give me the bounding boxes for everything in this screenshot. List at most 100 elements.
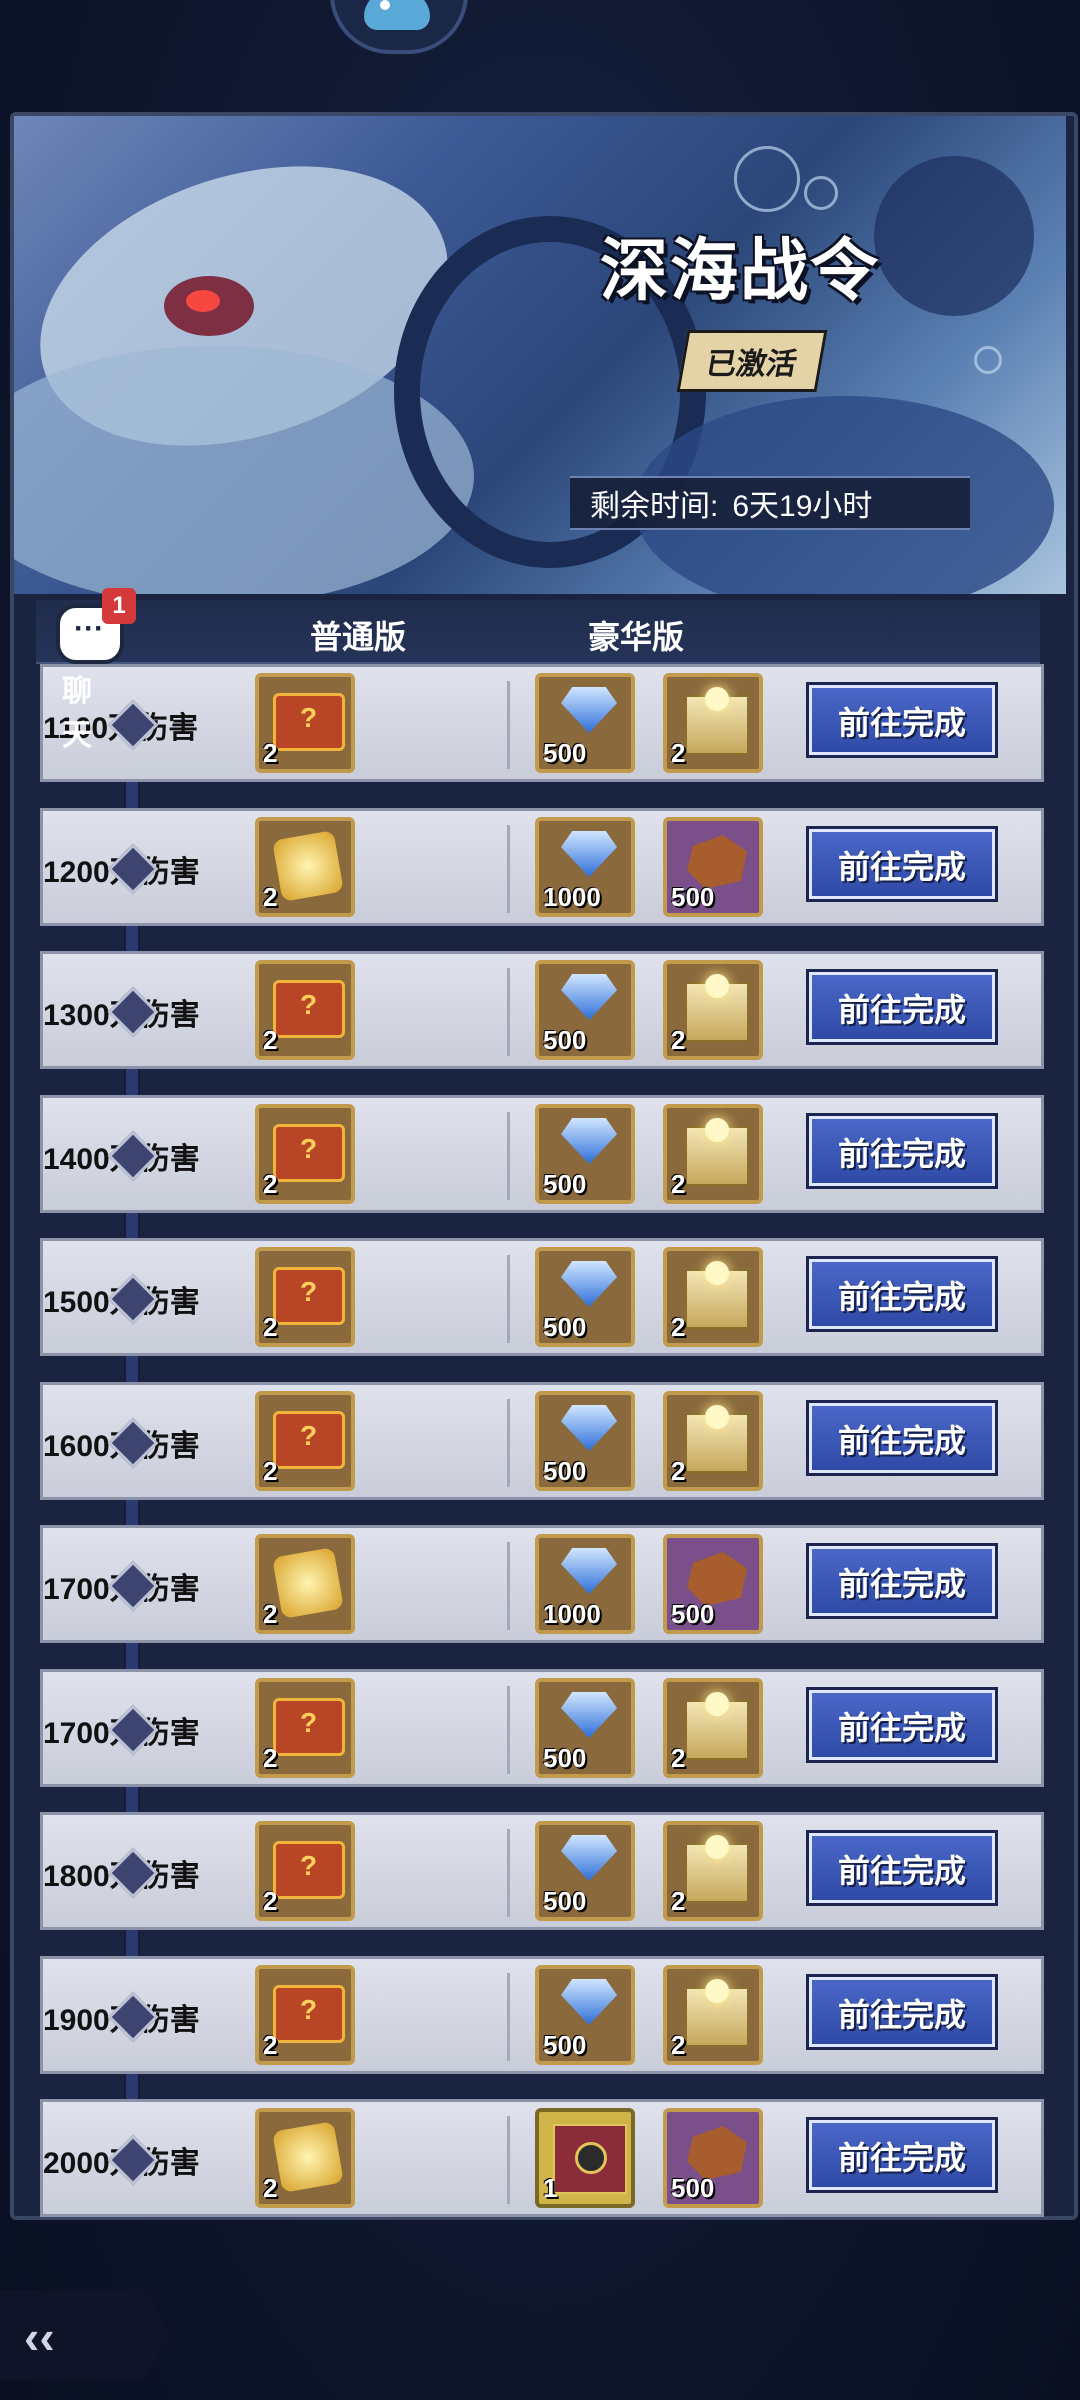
- timer-value: 6天19小时: [732, 490, 873, 523]
- reward-item[interactable]: 2: [255, 1821, 355, 1921]
- reward-item[interactable]: 2: [255, 2108, 355, 2208]
- reward-item[interactable]: 1: [535, 2108, 635, 2208]
- go-complete-button[interactable]: 前往完成: [806, 1400, 998, 1476]
- top-mascot-medallion: [330, 0, 468, 54]
- reward-quantity: 2: [263, 738, 278, 768]
- reward-item[interactable]: 2: [663, 1965, 763, 2065]
- reward-item[interactable]: 2: [255, 673, 355, 773]
- reward-item[interactable]: 1000: [535, 817, 635, 917]
- go-complete-button[interactable]: 前往完成: [806, 1974, 998, 2050]
- golden-scroll-icon: [272, 1547, 344, 1619]
- column-header-bar: [36, 600, 1040, 664]
- reward-item[interactable]: 1000: [535, 1534, 635, 1634]
- golden-giftbox-icon: [685, 1118, 749, 1186]
- reward-quantity: 2: [263, 882, 278, 912]
- column-divider: [507, 1542, 510, 1630]
- blue-gem-icon: [561, 1118, 617, 1164]
- reward-item[interactable]: 500: [663, 817, 763, 917]
- go-complete-button[interactable]: 前往完成: [806, 2117, 998, 2193]
- reward-item[interactable]: 2: [663, 1391, 763, 1491]
- status-badge: 已激活: [676, 330, 828, 392]
- page-title: 深海战令: [600, 231, 881, 311]
- reward-quantity: 2: [671, 738, 686, 768]
- reward-item[interactable]: 2: [255, 1534, 355, 1634]
- reward-quantity: 2: [263, 1886, 278, 1916]
- reward-row: 1400万伤害25002前往完成: [40, 1095, 1044, 1213]
- present-box-icon: [553, 2124, 627, 2194]
- reward-quantity: 2: [263, 2030, 278, 2060]
- back-arrow-icon: ‹‹: [24, 2311, 55, 2363]
- reward-item[interactable]: 500: [663, 2108, 763, 2208]
- go-complete-button[interactable]: 前往完成: [806, 969, 998, 1045]
- treasure-chest-icon: [273, 1841, 345, 1899]
- fish-mascot-icon: [364, 0, 430, 30]
- reward-item[interactable]: 500: [535, 1104, 635, 1204]
- column-divider: [507, 1829, 510, 1917]
- golden-giftbox-icon: [685, 1692, 749, 1760]
- reward-item[interactable]: 2: [663, 1104, 763, 1204]
- reward-quantity: 2: [671, 1456, 686, 1486]
- reward-quantity: 500: [671, 2173, 715, 2203]
- reward-quantity: 500: [543, 1312, 587, 1342]
- octopus-eye-icon: [164, 276, 254, 336]
- go-complete-button[interactable]: 前往完成: [806, 682, 998, 758]
- reward-item[interactable]: 500: [535, 1391, 635, 1491]
- blue-gem-icon: [561, 831, 617, 877]
- treasure-chest-icon: [273, 693, 345, 751]
- reward-item[interactable]: 500: [535, 673, 635, 773]
- reward-item[interactable]: 2: [255, 1391, 355, 1491]
- reward-row: 1100万伤害25002前往完成: [40, 664, 1044, 782]
- chat-button[interactable]: 1 聊天: [50, 588, 136, 752]
- reward-quantity: 2: [263, 1456, 278, 1486]
- reward-item[interactable]: 2: [255, 817, 355, 917]
- reward-item[interactable]: 2: [255, 1247, 355, 1347]
- reward-item[interactable]: 2: [663, 673, 763, 773]
- reward-item[interactable]: 2: [255, 1965, 355, 2065]
- reward-row: 1600万伤害25002前往完成: [40, 1382, 1044, 1500]
- column-divider: [507, 825, 510, 913]
- back-button[interactable]: ‹‹: [0, 2290, 170, 2380]
- column-divider: [507, 681, 510, 769]
- reward-quantity: 1: [543, 2173, 558, 2203]
- reward-item[interactable]: 500: [535, 1247, 635, 1347]
- reward-item[interactable]: 500: [663, 1534, 763, 1634]
- reward-item[interactable]: 2: [663, 960, 763, 1060]
- reward-item[interactable]: 2: [255, 1104, 355, 1204]
- reward-row: 1300万伤害25002前往完成: [40, 951, 1044, 1069]
- reward-item[interactable]: 2: [255, 1678, 355, 1778]
- reward-item[interactable]: 500: [535, 1821, 635, 1921]
- reward-quantity: 500: [543, 738, 587, 768]
- reward-quantity: 2: [263, 1025, 278, 1055]
- reward-item[interactable]: 500: [535, 1678, 635, 1778]
- reward-item[interactable]: 500: [535, 960, 635, 1060]
- reward-row: 1500万伤害25002前往完成: [40, 1238, 1044, 1356]
- reward-item[interactable]: 2: [663, 1821, 763, 1921]
- reward-item[interactable]: 2: [663, 1247, 763, 1347]
- reward-quantity: 2: [263, 2173, 278, 2203]
- go-complete-button[interactable]: 前往完成: [806, 1256, 998, 1332]
- treasure-chest-icon: [273, 1985, 345, 2043]
- go-complete-button[interactable]: 前往完成: [806, 1113, 998, 1189]
- blue-gem-icon: [561, 1261, 617, 1307]
- treasure-chest-icon: [273, 1124, 345, 1182]
- golden-scroll-icon: [272, 2121, 344, 2193]
- reward-item[interactable]: 2: [663, 1678, 763, 1778]
- reward-item[interactable]: 500: [535, 1965, 635, 2065]
- column-divider: [507, 2116, 510, 2204]
- ore-icon: [687, 1552, 747, 1606]
- reward-item[interactable]: 2: [255, 960, 355, 1060]
- reward-quantity: 2: [671, 1312, 686, 1342]
- go-complete-button[interactable]: 前往完成: [806, 1543, 998, 1619]
- reward-quantity: 2: [263, 1743, 278, 1773]
- column-divider: [507, 1399, 510, 1487]
- column-deluxe-label: 豪华版: [588, 619, 685, 655]
- reward-quantity: 500: [543, 1456, 587, 1486]
- go-complete-button[interactable]: 前往完成: [806, 1830, 998, 1906]
- go-complete-button[interactable]: 前往完成: [806, 1687, 998, 1763]
- reward-quantity: 500: [543, 1743, 587, 1773]
- go-complete-button[interactable]: 前往完成: [806, 826, 998, 902]
- golden-giftbox-icon: [685, 687, 749, 755]
- treasure-chest-icon: [273, 1267, 345, 1325]
- remaining-time: 剩余时间: 6天19小时: [570, 476, 970, 530]
- blue-gem-icon: [561, 1692, 617, 1738]
